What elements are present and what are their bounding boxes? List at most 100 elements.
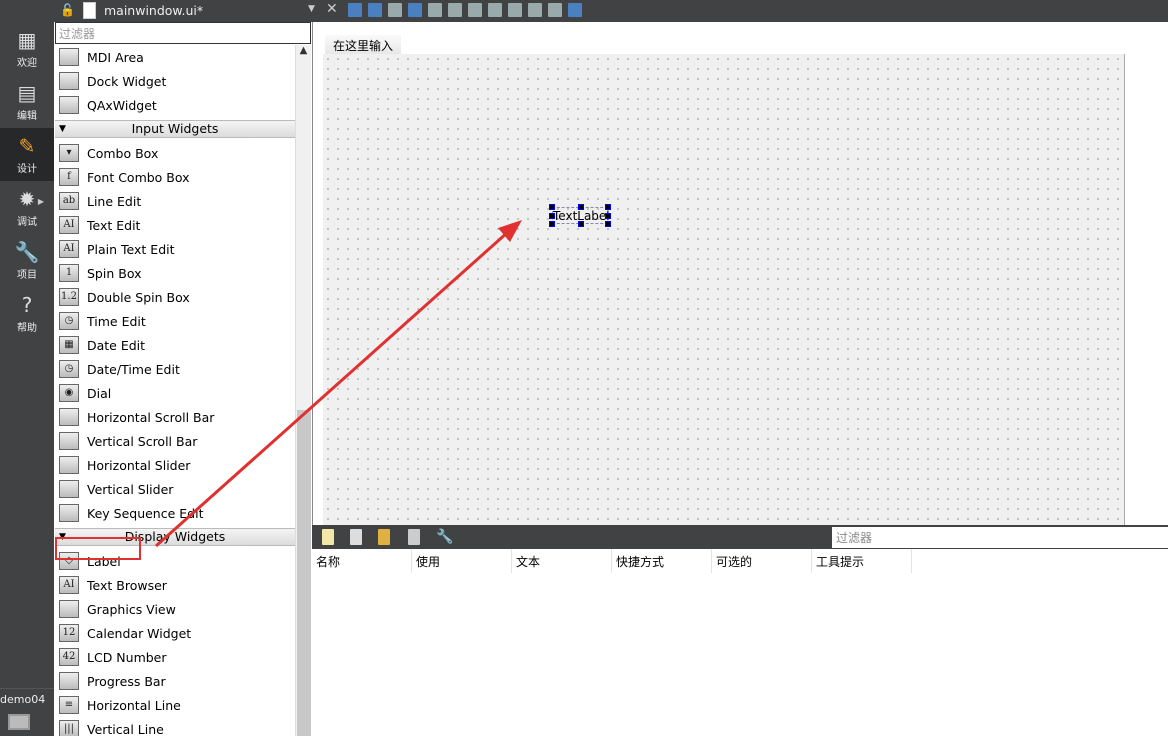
widget-item-lcd-number[interactable]: 42 LCD Number [55,645,295,669]
monitor-icon[interactable] [8,714,30,730]
resize-handle[interactable] [605,221,611,227]
menu-type-here[interactable]: 在这里输入 [325,35,402,56]
lock-icon[interactable]: 🔓 [60,3,75,17]
widget-item-double-spin-box[interactable]: 1.2 Double Spin Box [55,285,295,309]
widget-item-label: MDI Area [87,49,144,65]
open-file-selector[interactable]: mainwindow.ui* [104,3,203,18]
widget-item-progress-bar[interactable]: Progress Bar [55,669,295,693]
widget-item-dock-widget[interactable]: Dock Widget [55,69,295,93]
widget-item-text-edit[interactable]: AI Text Edit [55,213,295,237]
widget-item-vertical-line[interactable]: ||| Vertical Line [55,717,295,736]
column-used[interactable]: 使用 [412,549,512,573]
resize-handle[interactable] [549,213,555,219]
widget-item-font-combo-box[interactable]: f Font Combo Box [55,165,295,189]
widget-item-vertical-slider[interactable]: Vertical Slider [55,477,295,501]
column-checkable[interactable]: 可选的 [712,549,812,573]
widget-icon [59,456,79,474]
form-canvas[interactable]: TextLabel [323,54,1125,525]
adjust-size-icon[interactable] [568,3,582,17]
widget-item-label: Key Sequence Edit [87,505,204,521]
widget-item-dial[interactable]: ◉ Dial [55,381,295,405]
project-name: demo04 [0,688,54,706]
widget-icon: ≡ [59,696,79,714]
pencil-icon: ✎ [18,134,36,158]
mode-welcome[interactable]: ▦ 欢迎 [0,22,54,75]
edit-tab-order-icon[interactable] [408,3,422,17]
widget-box-scrollbar[interactable]: ▲ [295,45,311,736]
delete-action-icon[interactable] [408,529,420,545]
resize-handle[interactable] [605,204,611,210]
widget-icon [59,72,79,90]
widget-item-calendar-widget[interactable]: 12 Calendar Widget [55,621,295,645]
column-tooltip[interactable]: 工具提示 [812,549,912,573]
widget-item-label: Date Edit [87,337,146,353]
copy-action-icon[interactable] [350,529,362,545]
splitter-vertical-icon[interactable] [488,3,502,17]
edit-signals-slots-icon[interactable] [368,3,382,17]
widget-item-time-edit[interactable]: ◷ Time Edit [55,309,295,333]
mode-debug[interactable]: ✹ 调试 ▶ [0,181,54,234]
scroll-up-icon[interactable]: ▲ [296,45,311,56]
widget-item-mdi-area[interactable]: MDI Area [55,45,295,69]
bug-icon: ✹ [18,187,36,211]
resize-handle[interactable] [549,221,555,227]
widget-item-graphics-view[interactable]: Graphics View [55,597,295,621]
document-icon: ▤ [17,81,37,105]
widget-icon [59,432,79,450]
scrollbar-thumb[interactable] [297,410,311,736]
mode-projects[interactable]: 🔧 项目 [0,234,54,287]
new-action-icon[interactable] [322,529,334,545]
widget-item-label: Horizontal Slider [87,457,191,473]
widget-icon [59,408,79,426]
widget-icon: ◷ [59,360,79,378]
layout-vertical-icon[interactable] [448,3,462,17]
widget-item-label: QAxWidget [87,97,157,113]
wrench-icon[interactable]: 🔧 [436,529,454,545]
category-input-widgets[interactable]: ▼ Input Widgets [55,120,295,138]
widget-item-vertical-scroll-bar[interactable]: Vertical Scroll Bar [55,429,295,453]
widget-item-spin-box[interactable]: 1 Spin Box [55,261,295,285]
paste-action-icon[interactable] [378,529,390,545]
edit-widgets-icon[interactable] [348,3,362,17]
widget-item-plain-text-edit[interactable]: AI Plain Text Edit [55,237,295,261]
widget-item-label: Vertical Scroll Bar [87,433,198,449]
widget-filter-input[interactable]: 过滤器 [55,22,311,44]
layout-form-icon[interactable] [508,3,522,17]
mode-edit[interactable]: ▤ 编辑 [0,75,54,128]
break-layout-icon[interactable] [548,3,562,17]
widget-item-line-edit[interactable]: ab Line Edit [55,189,295,213]
layout-grid-icon[interactable] [528,3,542,17]
column-shortcut[interactable]: 快捷方式 [612,549,712,573]
widget-item-combo-box[interactable]: ▾ Combo Box [55,141,295,165]
mode-help[interactable]: ? 帮助 [0,287,54,340]
widget-item-qaxwidget[interactable]: QAxWidget [55,93,295,117]
resize-handle[interactable] [605,213,611,219]
mode-design[interactable]: ✎ 设计 [0,128,54,181]
widget-item-label: Date/Time Edit [87,361,180,377]
layout-horizontal-icon[interactable] [428,3,442,17]
widget-item-horizontal-slider[interactable]: Horizontal Slider [55,453,295,477]
mode-sidebar: ▦ 欢迎 ▤ 编辑 ✎ 设计 ✹ 调试 ▶ 🔧 项目 ? 帮助 demo04 [0,22,54,736]
close-document-button[interactable]: ✕ [326,1,338,17]
column-name[interactable]: 名称 [312,549,412,573]
action-filter-input[interactable]: 过滤器 [832,527,1168,548]
editor-toolbar: 🔓 mainwindow.ui* ▼ ✕ [0,0,1168,22]
column-text[interactable]: 文本 [512,549,612,573]
widget-icon: ◷ [59,312,79,330]
resize-handle[interactable] [578,204,584,210]
text-label-widget[interactable]: TextLabel [549,204,611,227]
widget-item-date-edit[interactable]: ▦ Date Edit [55,333,295,357]
resize-handle[interactable] [578,221,584,227]
widget-item-key-sequence-edit[interactable]: Key Sequence Edit [55,501,295,525]
widget-item-horizontal-scroll-bar[interactable]: Horizontal Scroll Bar [55,405,295,429]
resize-handle[interactable] [549,204,555,210]
edit-buddies-icon[interactable] [388,3,402,17]
widget-item-label: Font Combo Box [87,169,190,185]
widget-item-text-browser[interactable]: AI Text Browser [55,573,295,597]
widget-item-label: Vertical Slider [87,481,174,497]
splitter-horizontal-icon[interactable] [468,3,482,17]
widget-item-label: Graphics View [87,601,176,617]
widget-item-horizontal-line[interactable]: ≡ Horizontal Line [55,693,295,717]
widget-item-date-time-edit[interactable]: ◷ Date/Time Edit [55,357,295,381]
chevron-down-icon[interactable]: ▼ [308,4,315,14]
